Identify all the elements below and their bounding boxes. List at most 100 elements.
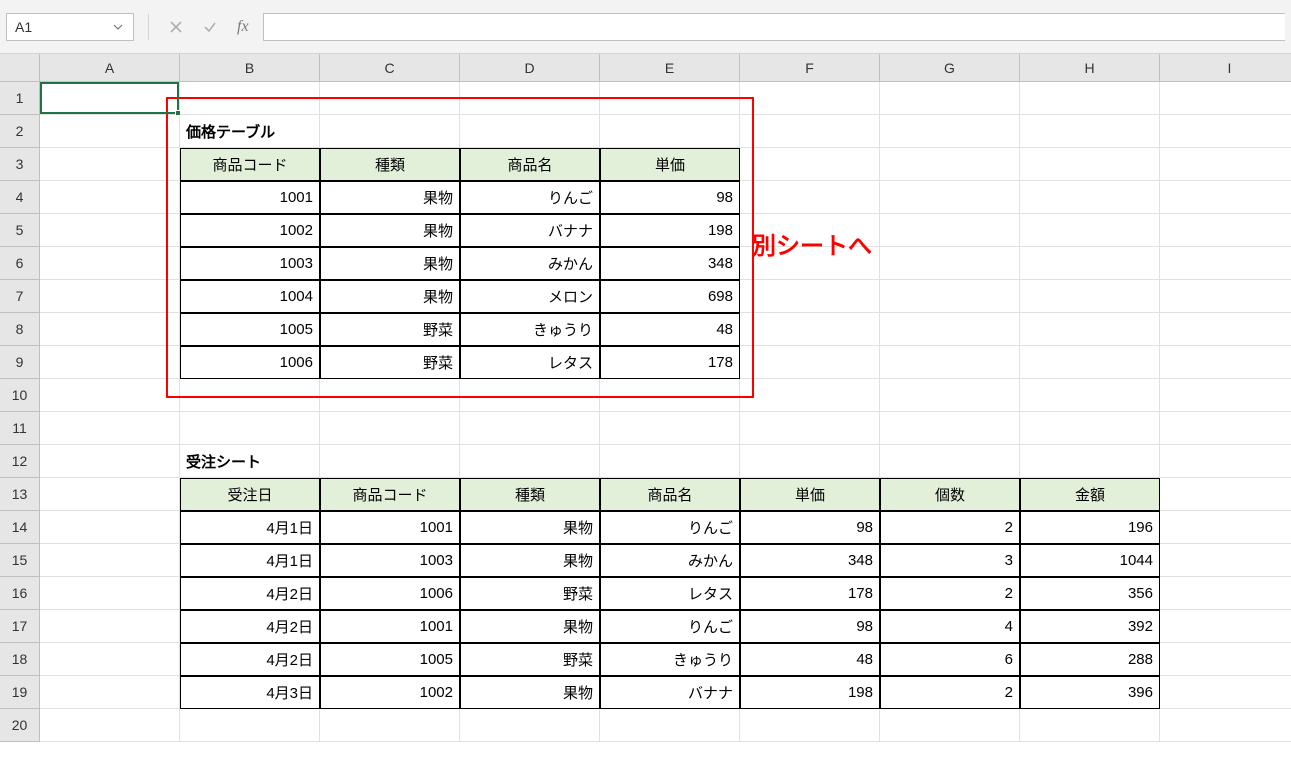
cell[interactable]: [320, 115, 460, 148]
cell[interactable]: [40, 280, 180, 313]
cell[interactable]: 396: [1020, 676, 1160, 709]
row-header[interactable]: 20: [0, 709, 40, 742]
cell[interactable]: [180, 82, 320, 115]
row-header[interactable]: 10: [0, 379, 40, 412]
fx-icon[interactable]: fx: [231, 18, 255, 36]
cell[interactable]: [600, 445, 740, 478]
cell[interactable]: 98: [600, 181, 740, 214]
row-header[interactable]: 7: [0, 280, 40, 313]
cell[interactable]: みかん: [460, 247, 600, 280]
cell[interactable]: [460, 445, 600, 478]
cell[interactable]: [600, 412, 740, 445]
cell[interactable]: 商品名: [460, 148, 600, 181]
cell[interactable]: 野菜: [460, 643, 600, 676]
cell[interactable]: [40, 379, 180, 412]
cell[interactable]: 198: [740, 676, 880, 709]
cell[interactable]: 1006: [180, 346, 320, 379]
cell[interactable]: 果物: [460, 610, 600, 643]
cell[interactable]: 6: [880, 643, 1020, 676]
column-header[interactable]: H: [1020, 54, 1160, 82]
cell[interactable]: [40, 511, 180, 544]
cell[interactable]: [740, 181, 880, 214]
cell[interactable]: [40, 577, 180, 610]
cell[interactable]: [320, 445, 460, 478]
cell[interactable]: [740, 379, 880, 412]
spreadsheet-grid[interactable]: ABCDEFGHI 123456789101112131415161718192…: [0, 54, 1291, 746]
cell[interactable]: [880, 181, 1020, 214]
cell[interactable]: [1020, 280, 1160, 313]
cell[interactable]: [1160, 577, 1291, 610]
cell[interactable]: 果物: [320, 214, 460, 247]
cell[interactable]: 348: [600, 247, 740, 280]
cell[interactable]: [880, 247, 1020, 280]
cell[interactable]: 1005: [180, 313, 320, 346]
cell[interactable]: [600, 709, 740, 742]
cell[interactable]: 4: [880, 610, 1020, 643]
cell[interactable]: [40, 610, 180, 643]
cell[interactable]: [1160, 115, 1291, 148]
cell[interactable]: [740, 313, 880, 346]
cell[interactable]: 金額: [1020, 478, 1160, 511]
cell[interactable]: [1160, 247, 1291, 280]
cell[interactable]: [600, 379, 740, 412]
cell[interactable]: 商品名: [600, 478, 740, 511]
cell[interactable]: [740, 280, 880, 313]
cell[interactable]: 価格テーブル: [180, 115, 320, 148]
cell[interactable]: [1160, 709, 1291, 742]
cell[interactable]: 商品コード: [320, 478, 460, 511]
cell[interactable]: [1160, 379, 1291, 412]
cell[interactable]: [1160, 280, 1291, 313]
cell[interactable]: 2: [880, 577, 1020, 610]
cell[interactable]: 1044: [1020, 544, 1160, 577]
cell[interactable]: きゅうり: [600, 643, 740, 676]
cell[interactable]: [1160, 544, 1291, 577]
cell[interactable]: 1005: [320, 643, 460, 676]
cell[interactable]: [40, 346, 180, 379]
cell[interactable]: [1020, 313, 1160, 346]
cell[interactable]: バナナ: [600, 676, 740, 709]
cell[interactable]: 4月2日: [180, 610, 320, 643]
column-header[interactable]: G: [880, 54, 1020, 82]
cell[interactable]: 2: [880, 676, 1020, 709]
row-header[interactable]: 9: [0, 346, 40, 379]
cell[interactable]: [1160, 445, 1291, 478]
cell[interactable]: [40, 544, 180, 577]
cell[interactable]: [180, 379, 320, 412]
cell[interactable]: 3: [880, 544, 1020, 577]
cell[interactable]: [1160, 643, 1291, 676]
cell[interactable]: [1160, 412, 1291, 445]
row-header[interactable]: 19: [0, 676, 40, 709]
cell[interactable]: [320, 379, 460, 412]
cell[interactable]: 4月2日: [180, 577, 320, 610]
cell[interactable]: 果物: [320, 247, 460, 280]
cell[interactable]: [320, 709, 460, 742]
cell[interactable]: りんご: [460, 181, 600, 214]
cell[interactable]: 98: [740, 511, 880, 544]
column-header[interactable]: E: [600, 54, 740, 82]
cell[interactable]: [40, 676, 180, 709]
cell[interactable]: [880, 115, 1020, 148]
cell[interactable]: [40, 82, 180, 115]
cell[interactable]: [40, 148, 180, 181]
row-header[interactable]: 16: [0, 577, 40, 610]
row-header[interactable]: 15: [0, 544, 40, 577]
row-header[interactable]: 6: [0, 247, 40, 280]
column-header[interactable]: F: [740, 54, 880, 82]
cell[interactable]: りんご: [600, 610, 740, 643]
cell[interactable]: [1020, 247, 1160, 280]
cell[interactable]: 48: [600, 313, 740, 346]
cell[interactable]: 178: [740, 577, 880, 610]
cell[interactable]: 受注シート: [180, 445, 320, 478]
cell[interactable]: 1001: [180, 181, 320, 214]
cell[interactable]: [460, 115, 600, 148]
row-header[interactable]: 2: [0, 115, 40, 148]
cell[interactable]: [40, 214, 180, 247]
cell[interactable]: 野菜: [320, 346, 460, 379]
cell[interactable]: [880, 346, 1020, 379]
cell[interactable]: [40, 181, 180, 214]
cell[interactable]: 178: [600, 346, 740, 379]
row-header[interactable]: 13: [0, 478, 40, 511]
cell[interactable]: 1002: [320, 676, 460, 709]
cell[interactable]: 野菜: [460, 577, 600, 610]
cell[interactable]: 1004: [180, 280, 320, 313]
